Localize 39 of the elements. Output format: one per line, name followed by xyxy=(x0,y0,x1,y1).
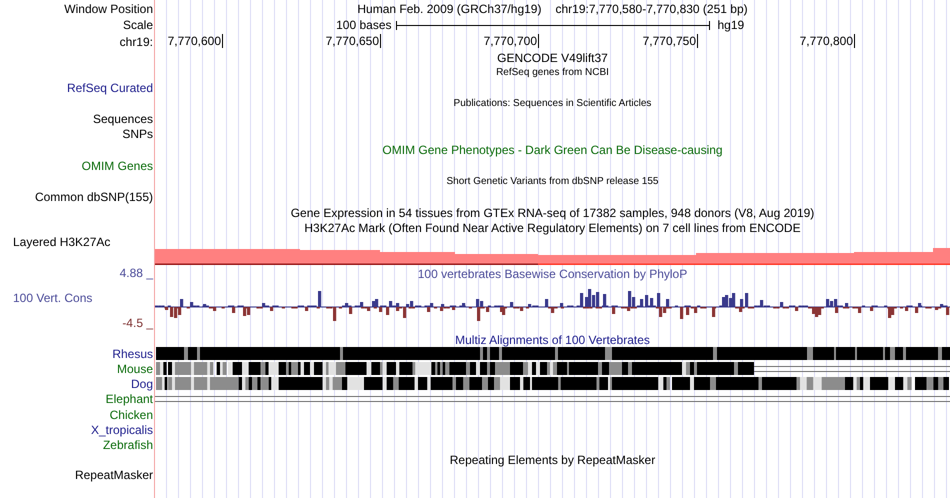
track-label[interactable]: Zebrafish xyxy=(102,438,153,452)
track-title: Gene Expression in 54 tissues from GTEx RNA-seq of 17382 samples, 948 donors (V8, Aug 2019) xyxy=(290,206,814,220)
track-label[interactable]: 100 Vert. Cons xyxy=(0,291,92,305)
ruler-tick: 7,770,600 xyxy=(168,34,223,48)
track-label[interactable]: Common dbSNP(155) xyxy=(34,190,153,204)
assembly-name: hg19 xyxy=(716,18,744,32)
track-label[interactable]: RefSeq Curated xyxy=(66,80,153,94)
ruler-tick: 7,770,650 xyxy=(326,34,381,48)
track-label[interactable]: chr19: xyxy=(120,34,153,48)
ruler-tick: 7,770,750 xyxy=(642,34,698,48)
track-label[interactable]: OMIM Genes xyxy=(82,159,153,173)
track-title: OMIM Gene Phenotypes - Dark Green Can Be Disease-causing xyxy=(382,143,723,157)
scale-text: 100 bases xyxy=(336,18,392,32)
track-label[interactable]: SNPs xyxy=(122,127,153,141)
assembly-text: Human Feb. 2009 (GRCh37/hg19) xyxy=(357,2,542,16)
track-label[interactable]: Dog xyxy=(130,376,153,390)
track-label[interactable]: Chicken xyxy=(110,408,153,422)
track-label[interactable]: RepeatMasker xyxy=(74,468,153,482)
track-label[interactable]: Window Position xyxy=(64,2,153,16)
axis-label: 4.88 _ xyxy=(120,266,153,280)
track-label[interactable]: Scale xyxy=(122,18,153,32)
track-label[interactable]: Mouse xyxy=(116,362,153,376)
track-title: GENCODE V49lift37 xyxy=(497,51,608,65)
track-label[interactable]: X_tropicalis xyxy=(90,422,153,436)
track-title: Repeating Elements by RepeatMasker xyxy=(450,453,656,467)
track-label[interactable]: Rhesus xyxy=(112,346,153,360)
ruler-tick: 7,770,800 xyxy=(800,34,855,48)
track-label[interactable]: Layered H3K27Ac xyxy=(13,235,110,249)
ruler-tick: 7,770,700 xyxy=(484,34,539,48)
track-title: 100 vertebrates Basewise Conservation by PhyloP xyxy=(418,266,688,282)
track-title: H3K27Ac Mark (Often Found Near Active Regulatory Elements) on 7 cell lines from ENCODE xyxy=(304,220,801,234)
track-title: Short Genetic Variants from dbSNP release 155 xyxy=(446,176,658,187)
track-title: Multiz Alignments of 100 Vertebrates xyxy=(455,332,650,346)
track-title: RefSeq genes from NCBI xyxy=(496,67,609,78)
track-title: Publications: Sequences in Scientific Articles xyxy=(454,98,652,109)
axis-label: -4.5 _ xyxy=(122,316,153,330)
position-text: chr19:7,770,580-7,770,830 (251 bp) xyxy=(555,2,748,16)
track-label[interactable]: Sequences xyxy=(92,112,153,126)
track-label[interactable]: Elephant xyxy=(106,392,153,406)
